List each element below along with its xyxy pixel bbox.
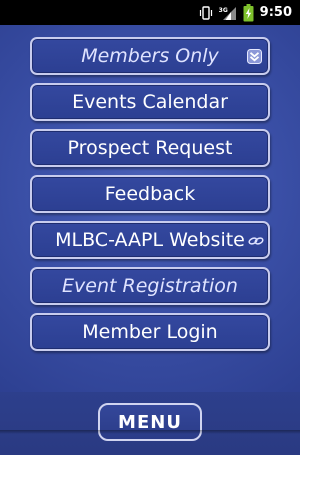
status-icons: 3G 9:50 <box>199 0 292 25</box>
member-login-button[interactable]: Member Login <box>30 313 270 351</box>
app-shadow <box>0 430 300 434</box>
app-background: Members Only Events Calendar Prospect Re… <box>0 25 300 455</box>
menu-item-label: Event Registration <box>62 275 238 297</box>
status-bar: 3G 9:50 <box>0 0 300 25</box>
battery-charging-icon <box>243 3 254 21</box>
menu-item-label: MLBC-AAPL Website <box>55 229 245 251</box>
menu-list: Members Only Events Calendar Prospect Re… <box>30 37 270 359</box>
menu-item-label: Members Only <box>81 45 219 67</box>
menu-item-label: Events Calendar <box>72 91 228 113</box>
menu-item-label: Member Login <box>82 321 218 343</box>
link-icon <box>248 237 264 245</box>
event-registration-button[interactable]: Event Registration <box>30 267 270 305</box>
menu-item-label: Prospect Request <box>67 137 233 159</box>
feedback-button[interactable]: Feedback <box>30 175 270 213</box>
menu-item-label: Feedback <box>104 183 196 205</box>
status-time: 9:50 <box>259 5 292 20</box>
vibrate-icon <box>199 5 212 20</box>
website-link-button[interactable]: MLBC-AAPL Website <box>30 221 270 259</box>
signal-indicator: 3G <box>219 5 237 21</box>
menu-button[interactable]: MENU <box>98 403 202 441</box>
prospect-request-button[interactable]: Prospect Request <box>30 129 270 167</box>
bottom-bar: MENU <box>0 392 300 455</box>
members-only-button[interactable]: Members Only <box>30 37 270 75</box>
chevron-down-icon <box>247 49 262 64</box>
signal-icon <box>222 6 236 20</box>
events-calendar-button[interactable]: Events Calendar <box>30 83 270 121</box>
